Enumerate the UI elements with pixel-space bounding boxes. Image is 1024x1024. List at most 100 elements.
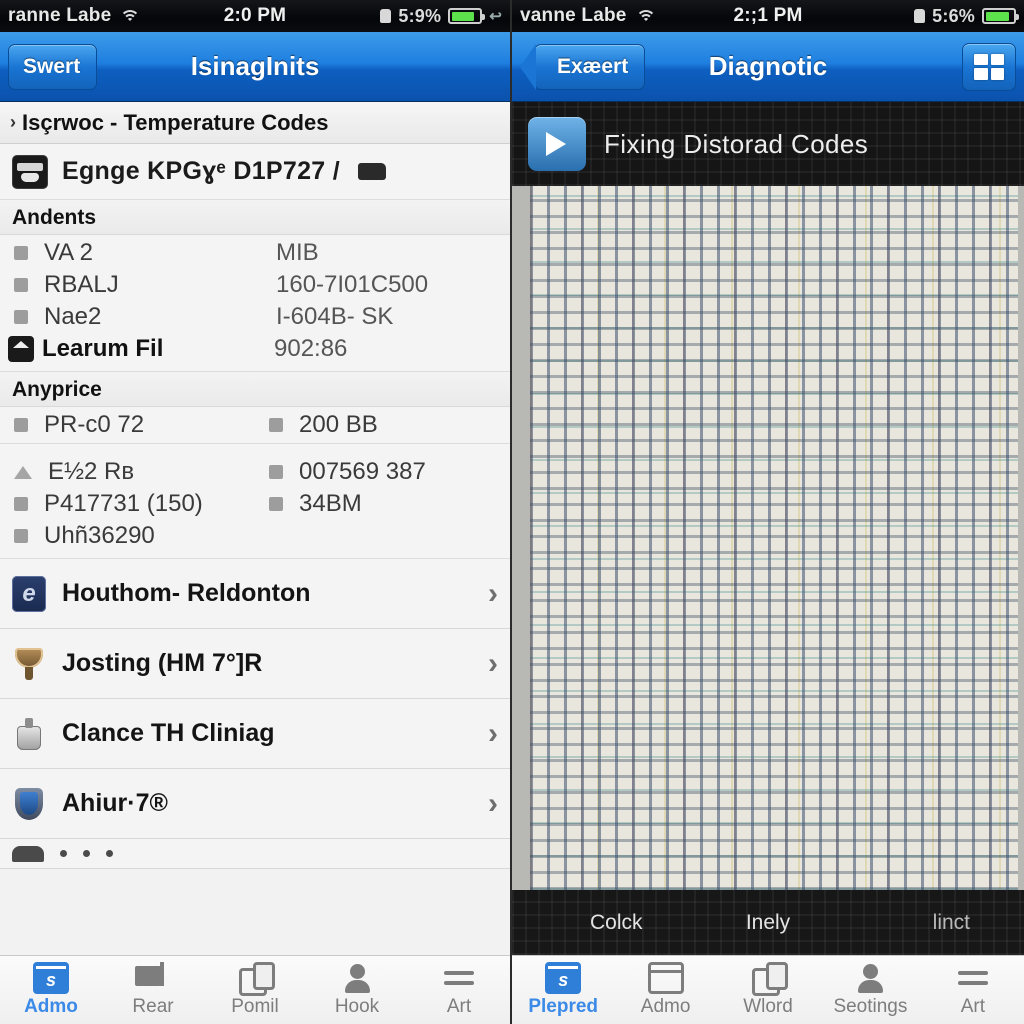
triangle-bullet-icon: [14, 465, 32, 479]
wifi-icon: [119, 8, 141, 24]
back-button[interactable]: Swert: [8, 43, 98, 90]
tab-pomil[interactable]: Pomil: [204, 956, 306, 1024]
grid-view-button[interactable]: [962, 42, 1016, 91]
list-item[interactable]: VA 2 MIB: [0, 237, 510, 269]
copy-icon: [750, 962, 789, 996]
menu-row-partial[interactable]: [0, 839, 510, 869]
battery-percent-label: 5:9%: [398, 5, 442, 26]
tab-label: Hook: [334, 996, 380, 1017]
list-item[interactable]: P417731 (150): [0, 488, 255, 520]
dual-phone-screenshot: ranne Labe 2:0 PM 5:9% ↩ Swert IsinagIni…: [0, 0, 1024, 1024]
tab-label: Admo: [24, 996, 78, 1017]
tab-label: Pomil: [231, 996, 279, 1017]
battery-icon: [982, 8, 1019, 24]
code-summary-label: Egnge KPGɣᵉ D1P727 /: [62, 157, 340, 185]
breadcrumb[interactable]: › Isçrwoc - Temperature Codes: [0, 102, 510, 144]
left-phone-panel: ranne Labe 2:0 PM 5:9% ↩ Swert IsinagIni…: [0, 0, 512, 1024]
chevron-right-icon: ›: [488, 646, 498, 680]
menu-row-label: Ahiur·7®: [62, 789, 168, 817]
person-icon: [852, 962, 888, 994]
bullet-icon: [14, 278, 28, 292]
item-key: PR-c0 72: [44, 411, 145, 438]
list-item[interactable]: 007569 387: [255, 446, 510, 488]
section-two-list-a: PR-c0 72 200 BB: [0, 407, 510, 444]
tab-label: Seotings: [833, 996, 908, 1017]
tab-hook[interactable]: Hook: [306, 956, 408, 1024]
left-status-bar: ranne Labe 2:0 PM 5:9% ↩: [0, 0, 510, 32]
list-item[interactable]: Learum Fil 902:86: [0, 333, 510, 365]
bullet-icon: [14, 529, 28, 543]
left-nav-bar: Swert IsinagInits: [0, 32, 510, 102]
section-header-anyprice: Anyprice: [0, 372, 510, 407]
list-item[interactable]: RBALJ 160-7I01C500: [0, 269, 510, 301]
more-icon: [441, 962, 477, 994]
bullet-icon: [269, 418, 283, 432]
lock-icon: [380, 9, 392, 23]
video-title: Fixing Distorad Codes: [604, 128, 869, 159]
video-viewport[interactable]: [512, 186, 1024, 890]
carrier-label: vanne Labe: [520, 5, 627, 26]
menu-row-clance[interactable]: Clance TH Cliniag ›: [0, 699, 510, 769]
chevron-right-icon: ›: [488, 576, 498, 610]
flag-icon: [135, 962, 171, 994]
status-left-group: ranne Labe: [8, 5, 141, 27]
right-tab-bar: Plepred Admo Wlord Seotings Art: [512, 955, 1024, 1024]
partial-dot-icon: [60, 850, 67, 857]
list-item[interactable]: PR-c0 72: [0, 409, 255, 441]
more-icon: [955, 962, 991, 994]
person-icon: [339, 962, 375, 994]
partial-dot-icon: [106, 850, 113, 857]
menu-row-josting[interactable]: Josting (HM 7°]R ›: [0, 629, 510, 699]
shield-icon: [12, 786, 46, 822]
tab-label: Wlord: [743, 996, 793, 1017]
partial-icon: [12, 845, 44, 862]
menu-row-label: Houthom- Reldonton: [62, 579, 311, 607]
tab-label: Plepred: [528, 996, 599, 1017]
list-item[interactable]: 200 BB: [255, 409, 510, 441]
tab-admo[interactable]: Admo: [614, 956, 716, 1024]
item-key: 007569 387: [299, 458, 426, 485]
menu-row-houthom[interactable]: Houthom- Reldonton ›: [0, 559, 510, 629]
code-summary-row[interactable]: Egnge KPGɣᵉ D1P727 /: [0, 144, 510, 200]
item-value: 902:86: [274, 335, 348, 362]
gem-icon: [8, 336, 34, 362]
item-key: Nae2: [44, 303, 102, 330]
bullet-icon: [14, 418, 28, 432]
left-tab-bar: Admo Rear Pomil Hook Art: [0, 955, 510, 1024]
menu-row-ahiur[interactable]: Ahiur·7® ›: [0, 769, 510, 839]
tab-seotings[interactable]: Seotings: [819, 956, 921, 1024]
video-frame: [530, 186, 1018, 890]
tab-label: Rear: [132, 996, 174, 1017]
section-two-list-b: E½2 Rʙ P417731 (150) Uhñ36290 007569 387: [0, 444, 510, 559]
bullet-icon: [14, 497, 28, 511]
list-item[interactable]: Uhñ36290: [0, 520, 255, 552]
two-column-row: E½2 Rʙ P417731 (150) Uhñ36290 007569 387: [0, 446, 510, 552]
item-key: VA 2: [44, 239, 93, 266]
right-phone-panel: vanne Labe 2:;1 PM 5:6% Exæert Diagnotic…: [512, 0, 1024, 1024]
grid-icon: [974, 53, 1004, 80]
item-key: P417731 (150): [44, 490, 203, 517]
tab-plepred[interactable]: Plepred: [512, 956, 614, 1024]
tab-art[interactable]: Art: [922, 956, 1024, 1024]
vehicle-icon: [358, 163, 386, 180]
tab-wlord[interactable]: Wlord: [717, 956, 819, 1024]
play-icon[interactable]: [528, 117, 586, 171]
caption-center: Inely: [745, 910, 791, 934]
bullet-icon: [269, 497, 283, 511]
tab-admo[interactable]: Admo: [0, 956, 102, 1024]
item-key: E½2 Rʙ: [48, 458, 135, 485]
item-value: I-604B- SK: [276, 303, 394, 330]
battery-percent-label: 5:6%: [932, 5, 975, 26]
list-item[interactable]: 34BM: [255, 488, 510, 520]
status-right-group: 5:6%: [914, 5, 1019, 27]
list-item[interactable]: E½2 Rʙ: [0, 446, 255, 488]
tab-rear[interactable]: Rear: [102, 956, 204, 1024]
breadcrumb-label: Isçrwoc - Temperature Codes: [22, 109, 329, 135]
window-icon: [647, 962, 684, 994]
tab-art[interactable]: Art: [408, 956, 510, 1024]
video-title-bar: Fixing Distorad Codes: [512, 102, 1024, 186]
list-item[interactable]: Nae2 I-604B- SK: [0, 301, 510, 333]
item-value: MIB: [276, 239, 319, 266]
status-right-group: 5:9% ↩: [380, 6, 502, 27]
back-button[interactable]: Exæert: [534, 43, 646, 90]
